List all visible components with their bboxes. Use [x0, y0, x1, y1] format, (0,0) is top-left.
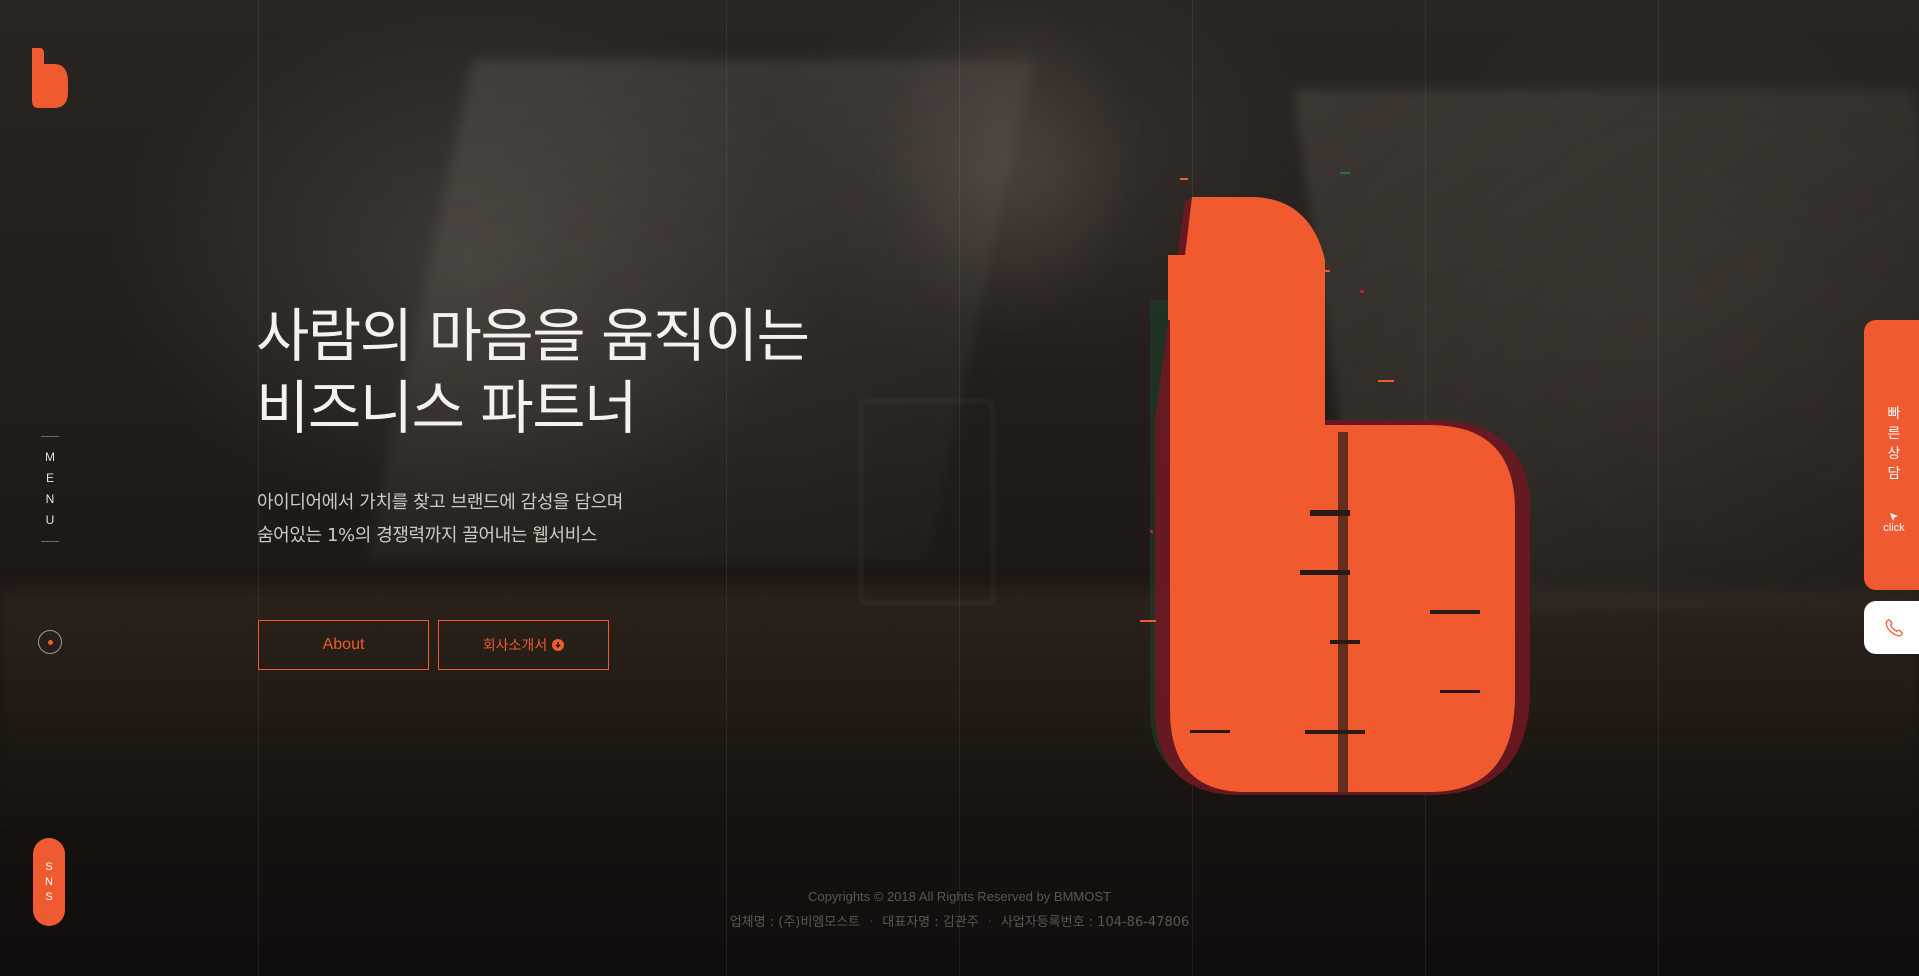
cursor-arrow-icon: [1889, 513, 1898, 521]
footer-business-number: 사업자등록번호 : 104-86-47806: [1000, 915, 1190, 930]
phone-button[interactable]: [1864, 601, 1919, 654]
brochure-download-button[interactable]: 회사소개서: [438, 620, 609, 670]
hero-title-line2: 비즈니스 파트너: [256, 374, 637, 442]
grid-line: [959, 0, 960, 976]
footer-ceo: 대표자명 : 김관주: [882, 915, 979, 930]
menu-toggle[interactable]: MENU: [38, 436, 62, 542]
click-label: click: [1883, 522, 1905, 534]
menu-label: MENU: [45, 450, 55, 527]
hero-title: 사람의 마음을 움직이는 비즈니스 파트너: [256, 300, 896, 444]
footer-copyright: Copyrights © 2018 All Rights Reserved by…: [808, 889, 1111, 904]
about-button[interactable]: About: [258, 620, 429, 670]
quick-consult-tab[interactable]: 빠른상담 click: [1864, 320, 1919, 590]
click-hint: click: [1883, 512, 1905, 535]
phone-icon: [1885, 618, 1903, 637]
scroll-indicator-icon[interactable]: [38, 630, 62, 654]
about-button-label: About: [322, 636, 365, 653]
footer-company-info: 업체명 : (주)비엠모스트 · 대표자명 : 김관주 · 사업자등록번호 : …: [0, 910, 1919, 936]
brand-logo[interactable]: [32, 48, 68, 108]
footer-separator: ·: [987, 915, 992, 930]
hero-subtitle: 아이디어에서 가치를 찾고 브랜드에 감성을 담으며 숨어있는 1%의 경쟁력까…: [257, 486, 777, 552]
background-person: [880, 0, 1140, 330]
footer: Copyrights © 2018 All Rights Reserved by…: [0, 884, 1919, 936]
hero-section: MENU SNS 사람의 마음을 움직이는 비즈니스 파트너 아이디어에서 가치…: [0, 0, 1919, 976]
menu-rule-bottom: [41, 541, 59, 542]
grid-line: [1658, 0, 1659, 976]
quick-consult-label: 빠른상담: [1887, 406, 1901, 482]
hero-subtitle-line2: 숨어있는 1%의 경쟁력까지 끌어내는 웹서비스: [257, 525, 597, 546]
download-circle-icon: [552, 639, 565, 651]
footer-company: 업체명 : (주)비엠모스트: [729, 915, 861, 930]
hero-title-line1: 사람의 마음을 움직이는: [256, 302, 810, 370]
hero-subtitle-line1: 아이디어에서 가치를 찾고 브랜드에 감성을 담으며: [257, 492, 623, 513]
footer-separator: ·: [869, 915, 874, 930]
brand-logo-icon: [32, 48, 68, 108]
glitch-logo-graphic: [1140, 172, 1530, 796]
brochure-button-label: 회사소개서: [482, 637, 548, 653]
